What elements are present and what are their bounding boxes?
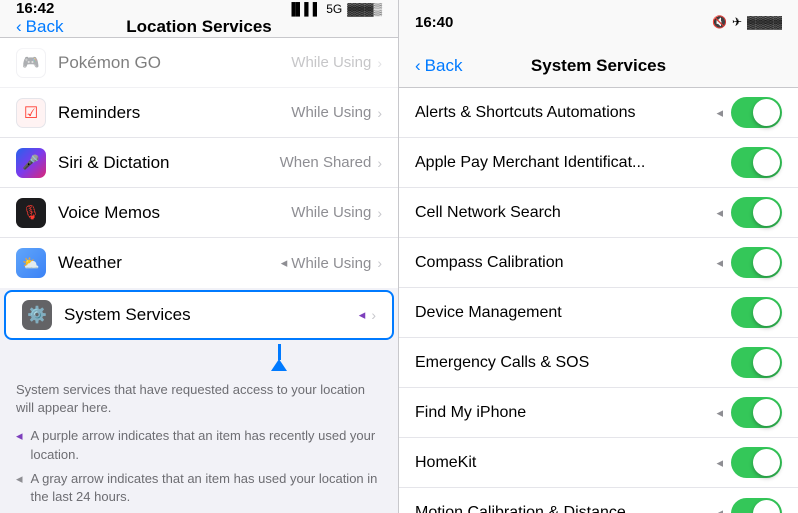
motion-toggle[interactable] bbox=[731, 498, 782, 513]
emergency-label: Emergency Calls & SOS bbox=[415, 354, 731, 372]
list-item-motion[interactable]: Motion Calibration & Distance ◂ bbox=[399, 488, 798, 513]
right-status-bar: 16:40 🔇 ✈ ▓▓▓▓ bbox=[399, 0, 798, 44]
system-services-chevron-icon: › bbox=[371, 307, 376, 323]
list-item-homekit[interactable]: HomeKit ◂ bbox=[399, 438, 798, 488]
network-type-label: 5G bbox=[326, 2, 342, 16]
left-back-label[interactable]: Back bbox=[26, 17, 64, 37]
list-item-weather[interactable]: ⛅ Weather ◂ While Using › bbox=[0, 238, 398, 288]
reminders-value: While Using bbox=[291, 104, 371, 121]
list-item-compass[interactable]: Compass Calibration ◂ bbox=[399, 238, 798, 288]
homekit-toggle[interactable] bbox=[731, 447, 782, 478]
device-management-toggle[interactable] bbox=[731, 297, 782, 328]
purple-arrow-icon: ◂ bbox=[16, 428, 23, 444]
right-nav-bar: ‹ Back System Services bbox=[399, 44, 798, 88]
right-nav-title: System Services bbox=[531, 56, 666, 76]
left-list-section: 🎮 Pokémon GO While Using › ☑ Reminders W… bbox=[0, 38, 398, 288]
pokemon-value: While Using bbox=[291, 54, 371, 71]
cell-network-label: Cell Network Search bbox=[415, 204, 716, 222]
homekit-label: HomeKit bbox=[415, 454, 716, 472]
reminders-chevron-icon: › bbox=[377, 105, 382, 121]
weather-label: Weather bbox=[58, 253, 281, 273]
signal-bars-icon: ▐▌▌▌ bbox=[287, 2, 321, 16]
left-status-icons: ▐▌▌▌ 5G ▓▓▓▒ bbox=[287, 2, 382, 16]
find-my-arrow-icon: ◂ bbox=[716, 405, 723, 421]
compass-label: Compass Calibration bbox=[415, 254, 716, 272]
cell-network-arrow-icon: ◂ bbox=[716, 205, 723, 221]
find-my-label: Find My iPhone bbox=[415, 404, 716, 422]
right-back-button[interactable]: ‹ Back bbox=[415, 56, 462, 76]
mute-icon: 🔇 bbox=[712, 15, 727, 29]
list-item-find-my[interactable]: Find My iPhone ◂ bbox=[399, 388, 798, 438]
siri-chevron-icon: › bbox=[377, 155, 382, 171]
alerts-label: Alerts & Shortcuts Automations bbox=[415, 104, 716, 122]
emergency-toggle[interactable] bbox=[731, 347, 782, 378]
cell-network-toggle[interactable] bbox=[731, 197, 782, 228]
reminders-label: Reminders bbox=[58, 103, 291, 123]
left-panel: 16:42 ▐▌▌▌ 5G ▓▓▓▒ ‹ Back Location Servi… bbox=[0, 0, 399, 513]
reminders-icon: ☑ bbox=[16, 98, 46, 128]
motion-label: Motion Calibration & Distance bbox=[415, 504, 716, 513]
legend-purple-text: A purple arrow indicates that an item ha… bbox=[31, 427, 382, 463]
compass-arrow-icon: ◂ bbox=[716, 255, 723, 271]
voice-memos-icon: 🎙 bbox=[16, 198, 46, 228]
list-item-cell-network[interactable]: Cell Network Search ◂ bbox=[399, 188, 798, 238]
compass-toggle[interactable] bbox=[731, 247, 782, 278]
weather-arrow-icon: ◂ bbox=[281, 255, 288, 271]
motion-arrow-icon: ◂ bbox=[716, 505, 723, 513]
pokemon-label: Pokémon GO bbox=[58, 53, 291, 73]
legend-item-purple: ◂ A purple arrow indicates that an item … bbox=[16, 427, 382, 463]
system-services-label: System Services bbox=[64, 305, 359, 325]
right-battery-icon: ▓▓▓▓ bbox=[747, 15, 782, 29]
list-item-system-services[interactable]: ⚙️ System Services ◂ › bbox=[4, 290, 394, 340]
list-item-voice-memos[interactable]: 🎙 Voice Memos While Using › bbox=[0, 188, 398, 238]
list-item-pokemon[interactable]: 🎮 Pokémon GO While Using › bbox=[0, 38, 398, 88]
siri-icon: 🎤 bbox=[16, 148, 46, 178]
weather-chevron-icon: › bbox=[377, 255, 382, 271]
right-panel: 16:40 🔇 ✈ ▓▓▓▓ ‹ Back System Services Al… bbox=[399, 0, 798, 513]
legend-gray-text: A gray arrow indicates that an item has … bbox=[31, 470, 382, 506]
legend-item-gray: ◂ A gray arrow indicates that an item ha… bbox=[16, 470, 382, 506]
apple-pay-toggle[interactable] bbox=[731, 147, 782, 178]
left-status-bar: 16:42 ▐▌▌▌ 5G ▓▓▓▒ bbox=[0, 0, 398, 17]
right-time: 16:40 bbox=[415, 14, 453, 31]
left-chevron-icon: ‹ bbox=[16, 17, 22, 37]
voice-memos-label: Voice Memos bbox=[58, 203, 291, 223]
list-item-siri[interactable]: 🎤 Siri & Dictation When Shared › bbox=[0, 138, 398, 188]
right-status-icons: 🔇 ✈ ▓▓▓▓ bbox=[712, 15, 782, 29]
siri-label: Siri & Dictation bbox=[58, 153, 280, 173]
battery-icon: ▓▓▓▒ bbox=[347, 2, 382, 16]
voice-memos-chevron-icon: › bbox=[377, 205, 382, 221]
left-nav-title: Location Services bbox=[126, 17, 272, 37]
system-services-info-text: System services that have requested acce… bbox=[16, 381, 382, 417]
left-nav-bar: ‹ Back Location Services bbox=[0, 17, 398, 38]
list-item-alerts[interactable]: Alerts & Shortcuts Automations ◂ bbox=[399, 88, 798, 138]
voice-memos-value: While Using bbox=[291, 204, 371, 221]
find-my-toggle[interactable] bbox=[731, 397, 782, 428]
homekit-arrow-icon: ◂ bbox=[716, 455, 723, 471]
list-item-apple-pay[interactable]: Apple Pay Merchant Identificat... bbox=[399, 138, 798, 188]
right-back-label[interactable]: Back bbox=[425, 56, 463, 76]
alerts-arrow-icon: ◂ bbox=[716, 105, 723, 121]
left-time: 16:42 bbox=[16, 0, 54, 17]
siri-value: When Shared bbox=[280, 154, 372, 171]
gray-arrow-icon: ◂ bbox=[16, 471, 23, 487]
info-section: System services that have requested acce… bbox=[0, 373, 398, 513]
weather-icon: ⛅ bbox=[16, 248, 46, 278]
list-item-reminders[interactable]: ☑ Reminders While Using › bbox=[0, 88, 398, 138]
airplane-icon: ✈ bbox=[732, 15, 742, 29]
list-item-emergency[interactable]: Emergency Calls & SOS bbox=[399, 338, 798, 388]
right-list-section: Alerts & Shortcuts Automations ◂ Apple P… bbox=[399, 88, 798, 513]
alerts-toggle[interactable] bbox=[731, 97, 782, 128]
pokemon-icon: 🎮 bbox=[16, 48, 46, 78]
weather-value: While Using bbox=[291, 255, 371, 272]
device-management-label: Device Management bbox=[415, 304, 731, 322]
list-item-device-management[interactable]: Device Management bbox=[399, 288, 798, 338]
system-services-icon: ⚙️ bbox=[22, 300, 52, 330]
system-services-arrow-icon: ◂ bbox=[359, 307, 366, 323]
apple-pay-label: Apple Pay Merchant Identificat... bbox=[415, 154, 731, 172]
pokemon-chevron-icon: › bbox=[377, 55, 382, 71]
right-chevron-icon: ‹ bbox=[415, 56, 421, 76]
left-back-button[interactable]: ‹ Back bbox=[16, 17, 63, 37]
blue-arrow-indicator bbox=[0, 342, 398, 373]
